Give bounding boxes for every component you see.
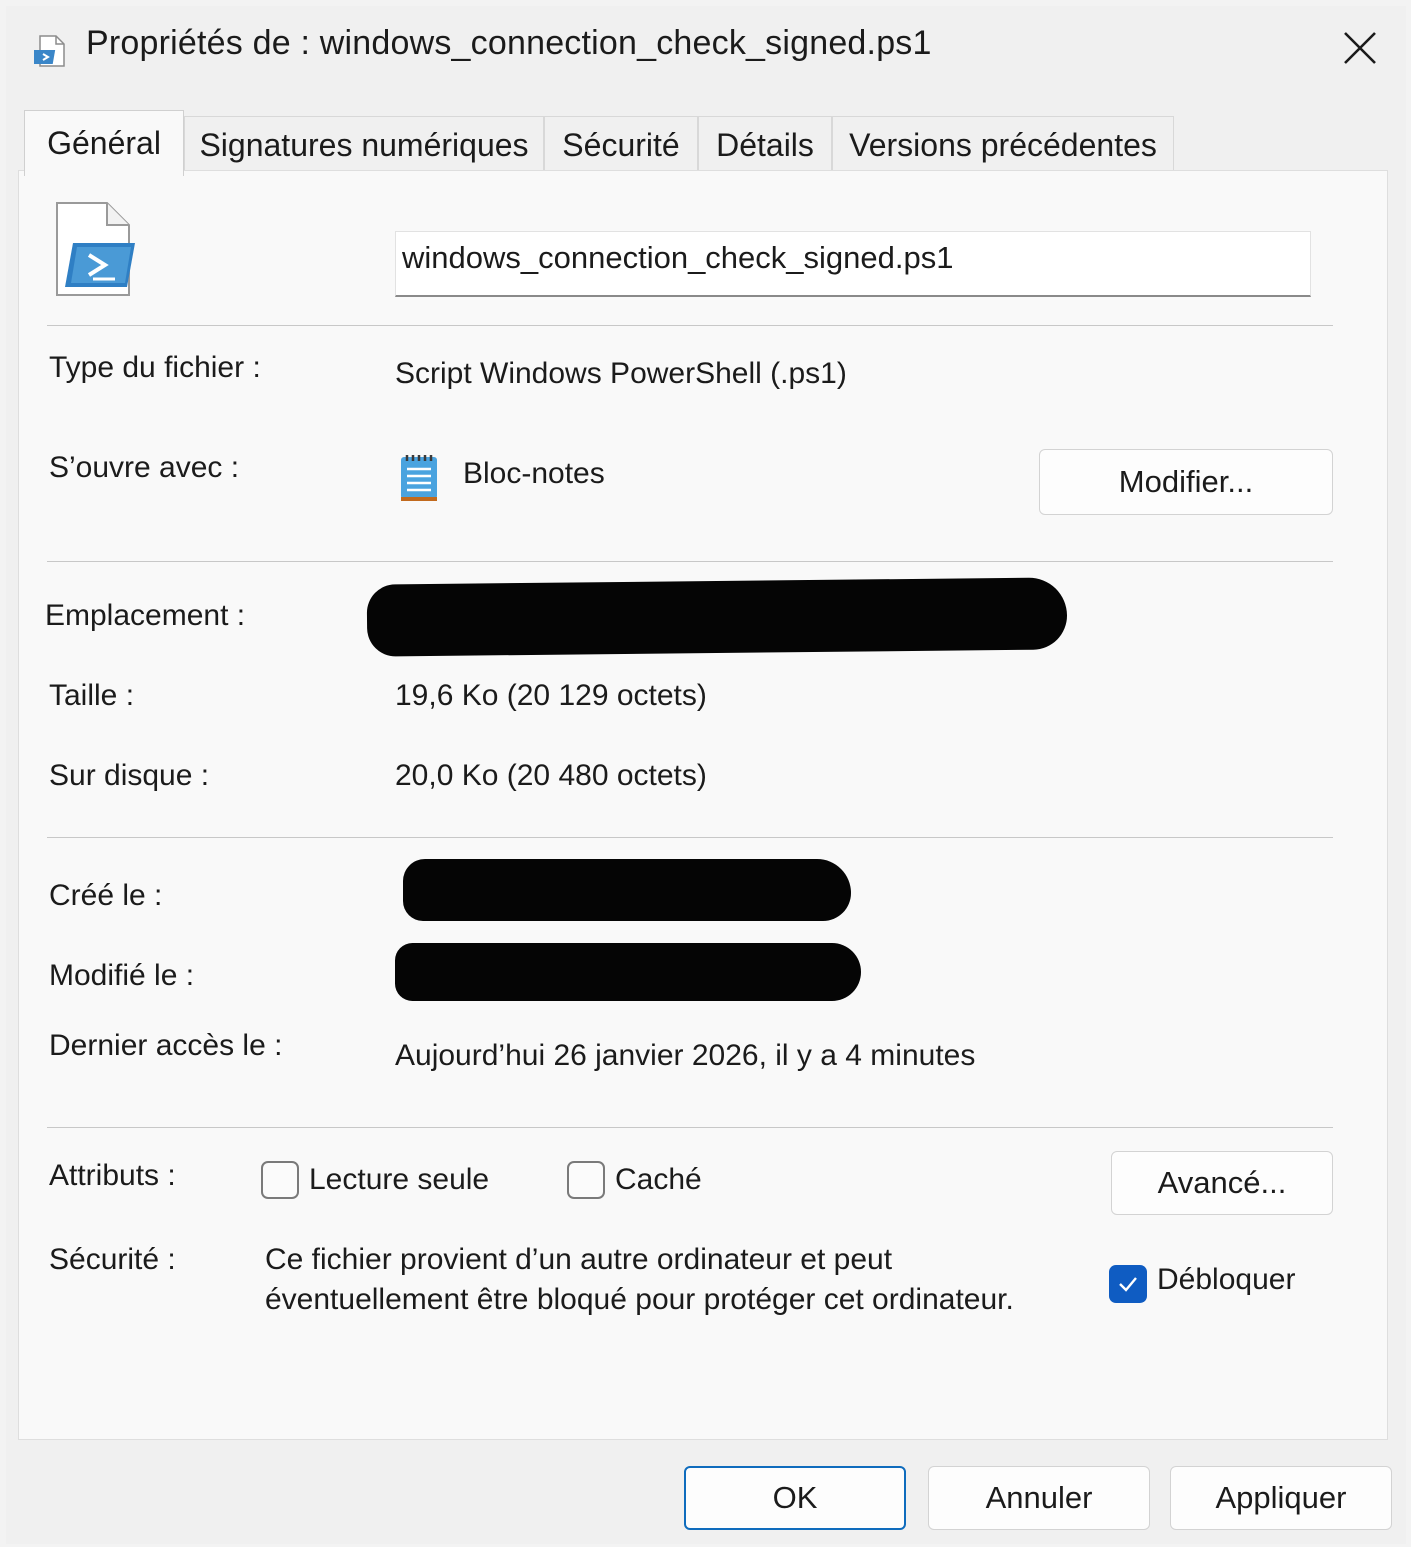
readonly-label: Lecture seule	[309, 1163, 490, 1196]
security-text-line1: Ce fichier provient d’un autre ordinateu…	[265, 1243, 893, 1276]
advanced-button[interactable]: Avancé...	[1111, 1151, 1333, 1215]
window-title: Propriétés de : windows_connection_check…	[86, 24, 932, 62]
powershell-file-icon	[30, 34, 68, 68]
location-label: Emplacement :	[45, 599, 246, 632]
attributes-label: Attributs :	[49, 1159, 176, 1192]
file-type-value: Script Windows PowerShell (.ps1)	[395, 357, 847, 390]
properties-dialog: Propriétés de : windows_connection_check…	[6, 6, 1406, 1544]
readonly-checkbox[interactable]	[261, 1161, 299, 1199]
hidden-checkbox[interactable]	[567, 1161, 605, 1199]
size-label: Taille :	[49, 679, 135, 712]
separator	[47, 1127, 1333, 1128]
last-access-value: Aujourd’hui 26 janvier 2026, il y a 4 mi…	[395, 1039, 976, 1072]
created-redaction	[403, 859, 851, 921]
notepad-icon	[399, 453, 439, 503]
size-value: 19,6 Ko (20 129 octets)	[395, 679, 707, 712]
security-label: Sécurité :	[49, 1243, 176, 1276]
close-button[interactable]	[1328, 16, 1392, 80]
separator	[47, 837, 1333, 838]
on-disk-value: 20,0 Ko (20 480 octets)	[395, 759, 707, 792]
unblock-label: Débloquer	[1157, 1263, 1296, 1296]
tab-previous-versions[interactable]: Versions précédentes	[832, 116, 1174, 174]
tab-details[interactable]: Détails	[698, 116, 832, 174]
file-large-icon	[49, 199, 139, 299]
unblock-checkbox[interactable]	[1109, 1265, 1147, 1303]
opens-with-label: S’ouvre avec :	[49, 451, 240, 484]
checkmark-icon	[1119, 1277, 1137, 1292]
apply-button[interactable]: Appliquer	[1170, 1466, 1392, 1530]
change-program-button[interactable]: Modifier...	[1039, 449, 1333, 515]
cancel-button[interactable]: Annuler	[928, 1466, 1150, 1530]
tab-digital-signatures[interactable]: Signatures numériques	[184, 116, 544, 174]
title-bar: Propriétés de : windows_connection_check…	[6, 6, 1406, 90]
security-text-line2: éventuellement être bloqué pour protéger…	[265, 1283, 1014, 1316]
modified-label: Modifié le :	[49, 959, 195, 992]
hidden-label: Caché	[615, 1163, 702, 1196]
last-access-label: Dernier accès le :	[49, 1029, 283, 1062]
separator	[47, 561, 1333, 562]
tab-general[interactable]: Général	[24, 110, 184, 176]
location-redaction	[366, 577, 1068, 657]
created-label: Créé le :	[49, 879, 163, 912]
opens-with-value: Bloc-notes	[463, 457, 605, 490]
file-type-label: Type du fichier :	[49, 351, 261, 384]
close-icon	[1344, 32, 1376, 64]
ok-button[interactable]: OK	[684, 1466, 906, 1530]
on-disk-label: Sur disque :	[49, 759, 210, 792]
modified-redaction	[395, 943, 861, 1001]
general-panel: windows_connection_check_signed.ps1 Type…	[18, 170, 1388, 1440]
filename-input[interactable]: windows_connection_check_signed.ps1	[395, 231, 1311, 297]
tab-security[interactable]: Sécurité	[544, 116, 698, 174]
separator	[47, 325, 1333, 326]
